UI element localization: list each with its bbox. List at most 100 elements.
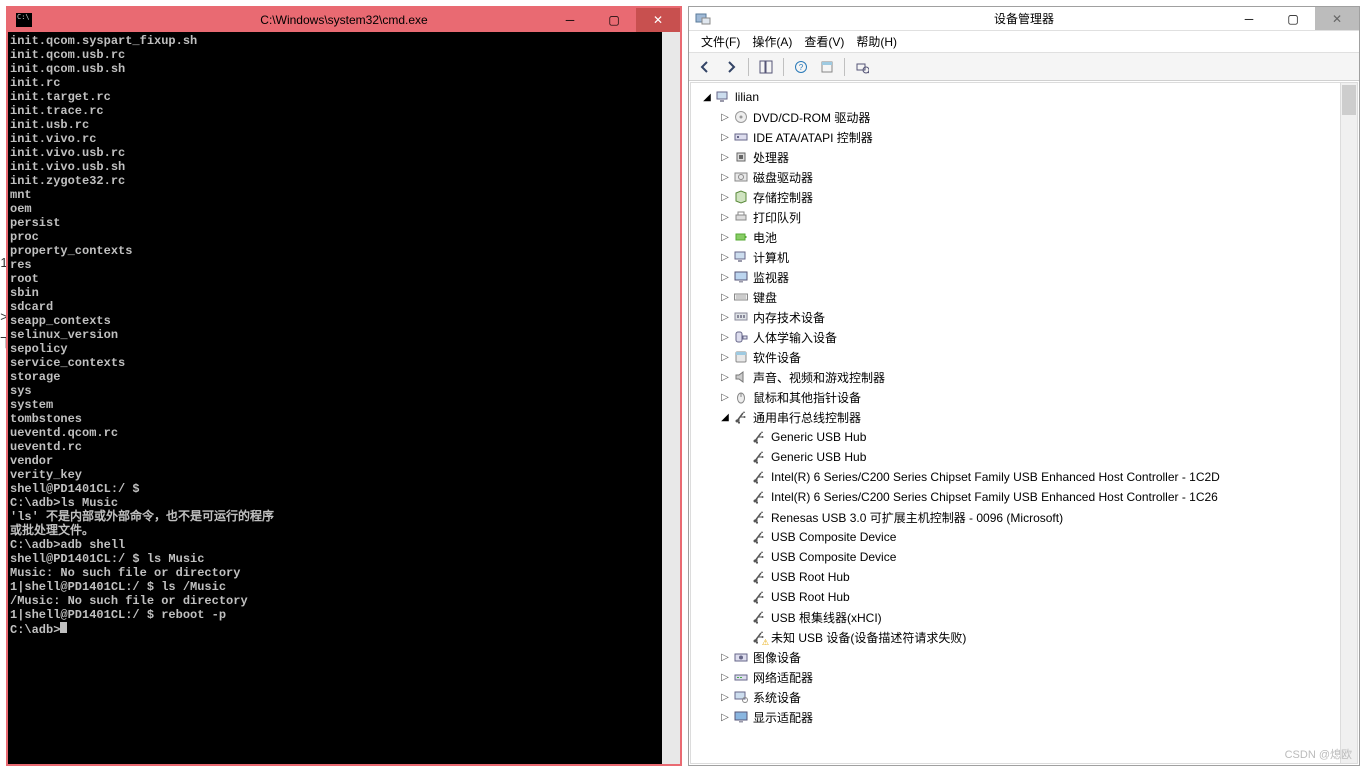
tree-item[interactable]: USB Composite Device (695, 547, 1357, 567)
cmd-line: init.qcom.syspart_fixup.sh (10, 34, 660, 48)
tree-item[interactable]: ▷网络适配器 (695, 667, 1357, 687)
dm-titlebar[interactable]: 设备管理器 (689, 7, 1359, 31)
expand-icon[interactable]: ▷ (719, 372, 731, 383)
tree-item[interactable]: Renesas USB 3.0 可扩展主机控制器 - 0096 (Microso… (695, 507, 1357, 527)
tree-item[interactable]: ▷软件设备 (695, 347, 1357, 367)
expand-icon[interactable]: ▷ (719, 652, 731, 663)
cmd-line: persist (10, 216, 660, 230)
show-hide-tree-button[interactable] (754, 56, 778, 78)
cmd-line: C:\adb> (10, 622, 660, 637)
expand-icon[interactable]: ▷ (719, 252, 731, 263)
maximize-button[interactable] (1271, 7, 1315, 30)
menu-help[interactable]: 帮助(H) (852, 31, 901, 52)
scan-hardware-button[interactable] (850, 56, 874, 78)
menu-file[interactable]: 文件(F) (697, 31, 744, 52)
expand-icon[interactable]: ▷ (719, 172, 731, 183)
maximize-button[interactable] (592, 8, 636, 32)
tree-item[interactable]: ▷存储控制器 (695, 187, 1357, 207)
tree-item[interactable]: USB 根集线器(xHCI) (695, 607, 1357, 627)
expand-icon[interactable]: ▷ (719, 232, 731, 243)
tree-item[interactable]: ▷人体学输入设备 (695, 327, 1357, 347)
back-button[interactable] (693, 56, 717, 78)
expand-icon[interactable]: ▷ (719, 392, 731, 403)
expand-icon[interactable]: ▷ (719, 332, 731, 343)
expand-icon[interactable]: ▷ (719, 312, 731, 323)
memory-icon (733, 309, 749, 325)
forward-button[interactable] (719, 56, 743, 78)
usb-icon (751, 549, 767, 565)
battery-icon (733, 229, 749, 245)
tree-item[interactable]: ▷计算机 (695, 247, 1357, 267)
tree-item[interactable]: ▷内存技术设备 (695, 307, 1357, 327)
expand-icon[interactable]: ▷ (719, 292, 731, 303)
tree-item[interactable]: USB Root Hub (695, 567, 1357, 587)
computer-icon (733, 249, 749, 265)
tree-item[interactable]: ▷ 处理器 (695, 147, 1357, 167)
tree-item[interactable]: 未知 USB 设备(设备描述符请求失败) (695, 627, 1357, 647)
tree-item-label: Generic USB Hub (771, 450, 866, 464)
menu-action[interactable]: 操作(A) (748, 31, 796, 52)
minimize-button[interactable] (548, 8, 592, 32)
expand-icon[interactable]: ▷ (719, 132, 731, 143)
tree-item[interactable]: Generic USB Hub (695, 447, 1357, 467)
tree-item[interactable]: ▷键盘 (695, 287, 1357, 307)
tree-item[interactable]: Generic USB Hub (695, 427, 1357, 447)
expand-icon[interactable]: ▷ (719, 712, 731, 723)
cmd-line: vendor (10, 454, 660, 468)
minimize-button[interactable] (1227, 7, 1271, 30)
close-button[interactable] (1315, 7, 1359, 30)
expand-icon[interactable]: ▷ (719, 112, 731, 123)
tree-item[interactable]: ▷ 图像设备 (695, 647, 1357, 667)
watermark: CSDN @熄欧 (1285, 746, 1352, 762)
device-manager-icon (695, 11, 711, 27)
cmd-line: init.vivo.usb.sh (10, 160, 660, 174)
tree-item[interactable]: ▷声音、视频和游戏控制器 (695, 367, 1357, 387)
cmd-output[interactable]: init.qcom.syspart_fixup.shinit.qcom.usb.… (8, 32, 680, 764)
scrollbar[interactable] (1340, 83, 1357, 763)
collapse-icon[interactable]: ◢ (701, 92, 713, 103)
svg-text:?: ? (799, 63, 804, 72)
tree-item[interactable]: USB Root Hub (695, 587, 1357, 607)
expand-icon[interactable]: ▷ (719, 672, 731, 683)
tree-item[interactable]: USB Composite Device (695, 527, 1357, 547)
tree-item[interactable]: Intel(R) 6 Series/C200 Series Chipset Fa… (695, 467, 1357, 487)
expand-icon[interactable]: ▷ (719, 212, 731, 223)
tree-item-label: 监视器 (753, 269, 789, 286)
tree-item[interactable]: ◢lilian (695, 87, 1357, 107)
computer-root-icon (715, 89, 731, 105)
imaging-icon (733, 649, 749, 665)
scrollbar-thumb[interactable] (664, 596, 678, 756)
expand-icon[interactable]: ▷ (719, 692, 731, 703)
cmd-line: shell@PD1401CL:/ $ (10, 482, 660, 496)
expand-icon[interactable]: ▷ (719, 352, 731, 363)
tree-item-label: 电池 (753, 229, 777, 246)
tree-item-label: 处理器 (753, 149, 789, 166)
menu-view[interactable]: 查看(V) (800, 31, 848, 52)
network-icon (733, 669, 749, 685)
tree-item[interactable]: ▷ 鼠标和其他指针设备 (695, 387, 1357, 407)
properties-button[interactable] (815, 56, 839, 78)
cmd-titlebar[interactable]: C:\Windows\system32\cmd.exe (8, 8, 680, 32)
tree-item[interactable]: ▷DVD/CD-ROM 驱动器 (695, 107, 1357, 127)
tree-item[interactable]: ▷系统设备 (695, 687, 1357, 707)
close-button[interactable] (636, 8, 680, 32)
cmd-line: shell@PD1401CL:/ $ ls Music (10, 552, 660, 566)
tree-item[interactable]: Intel(R) 6 Series/C200 Series Chipset Fa… (695, 487, 1357, 507)
tree-item-label: 图像设备 (753, 649, 801, 666)
expand-icon[interactable]: ▷ (719, 192, 731, 203)
tree-item[interactable]: ▷ 电池 (695, 227, 1357, 247)
tree-item[interactable]: ▷显示适配器 (695, 707, 1357, 727)
tree-item[interactable]: ▷磁盘驱动器 (695, 167, 1357, 187)
tree-item[interactable]: ▷打印队列 (695, 207, 1357, 227)
tree-item[interactable]: ◢通用串行总线控制器 (695, 407, 1357, 427)
device-tree[interactable]: ◢lilian▷DVD/CD-ROM 驱动器▷IDE ATA/ATAPI 控制器… (690, 82, 1358, 764)
hid-icon (733, 329, 749, 345)
help-button[interactable]: ? (789, 56, 813, 78)
expand-icon[interactable]: ▷ (719, 152, 731, 163)
collapse-icon[interactable]: ◢ (719, 412, 731, 423)
scrollbar-thumb[interactable] (1342, 85, 1356, 115)
expand-icon[interactable]: ▷ (719, 272, 731, 283)
tree-item[interactable]: ▷ 监视器 (695, 267, 1357, 287)
tree-item[interactable]: ▷IDE ATA/ATAPI 控制器 (695, 127, 1357, 147)
tree-item-label: 鼠标和其他指针设备 (753, 389, 861, 406)
